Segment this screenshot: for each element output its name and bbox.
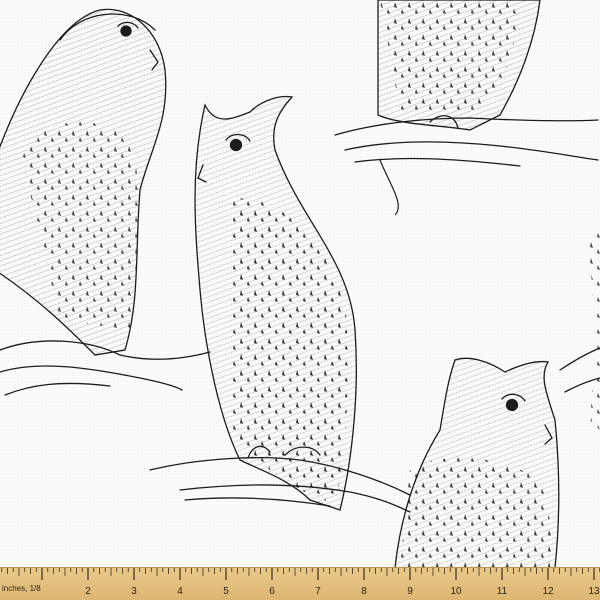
ruler-number: 3 — [131, 586, 137, 597]
ruler-number: 2 — [85, 586, 91, 597]
ruler-unit-label: inches, 1/8 — [2, 584, 41, 593]
ruler-ticks: 2 3 4 5 6 7 8 9 10 11 12 13 — [1, 568, 600, 597]
ruler-number: 6 — [269, 586, 275, 597]
ruler-number: 4 — [177, 586, 183, 597]
ruler-number: 8 — [361, 586, 367, 597]
ruler-number: 9 — [407, 586, 413, 597]
ruler-number: 5 — [223, 586, 229, 597]
ruler-number: 10 — [450, 586, 462, 597]
measurement-ruler: 2 3 4 5 6 7 8 9 10 11 12 13 inches, 1/8 — [0, 567, 600, 600]
ruler-number: 13 — [588, 586, 600, 597]
ruler-number: 7 — [315, 586, 321, 597]
owl-pattern-illustration — [0, 0, 600, 568]
fabric-swatch: 2 3 4 5 6 7 8 9 10 11 12 13 inches, 1/8 — [0, 0, 600, 600]
ruler-number: 11 — [497, 586, 508, 597]
ruler-number: 12 — [542, 586, 554, 597]
